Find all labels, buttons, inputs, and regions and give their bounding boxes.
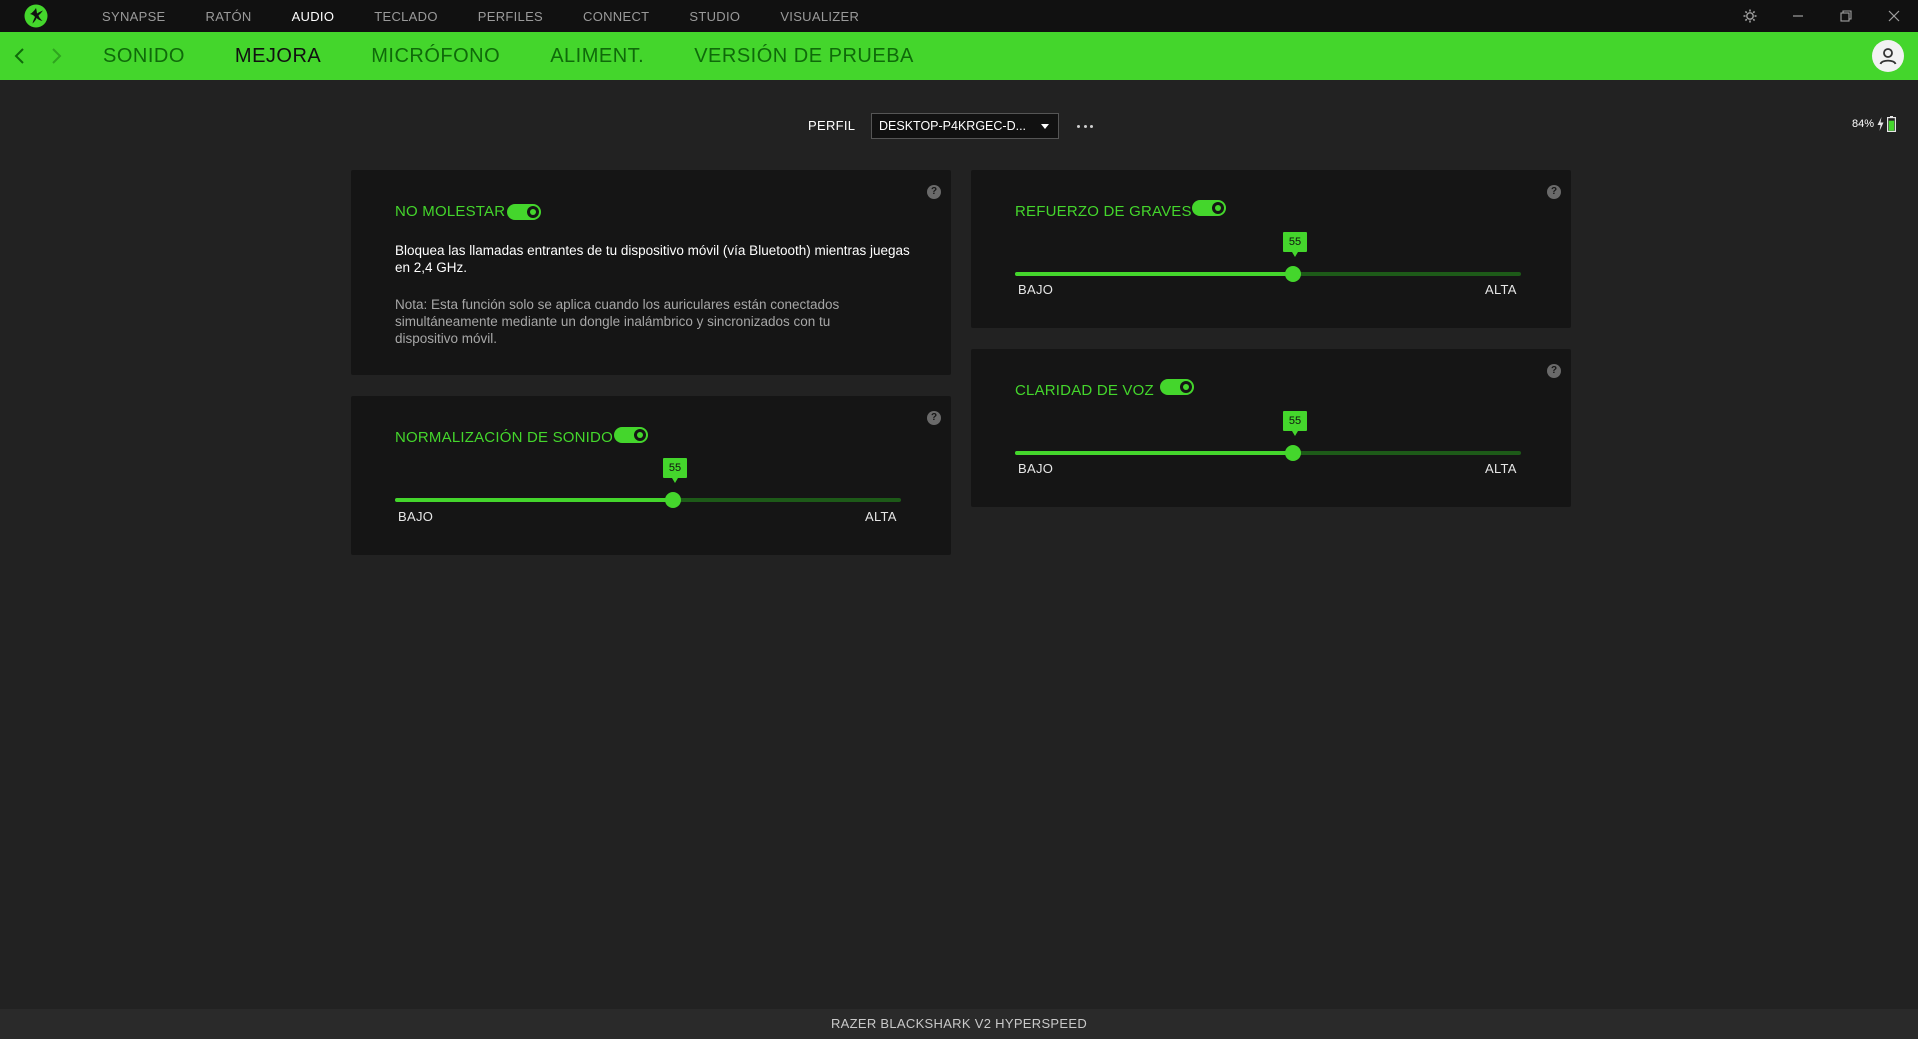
help-icon[interactable]: ?: [927, 411, 941, 425]
topnav-teclado[interactable]: TECLADO: [374, 9, 438, 24]
claridad-de-voz-toggle[interactable]: [1160, 379, 1194, 395]
slider-fill: [1015, 451, 1293, 455]
battery-icon: [1887, 116, 1896, 132]
help-icon[interactable]: ?: [927, 185, 941, 199]
tab-mejora[interactable]: MEJORA: [235, 45, 321, 68]
battery-percent: 84%: [1851, 118, 1874, 130]
normalizacion-toggle[interactable]: [614, 427, 648, 443]
refuerzo-de-graves-title: REFUERZO DE GRAVES: [1015, 203, 1192, 220]
profile-label: PERFIL: [808, 118, 856, 133]
settings-gear-icon[interactable]: [1727, 0, 1773, 32]
charging-bolt-icon: [1877, 117, 1884, 131]
topnav-audio[interactable]: AUDIO: [292, 9, 335, 24]
profile-dropdown[interactable]: DESKTOP-P4KRGEC-D...: [871, 113, 1059, 139]
profile-dropdown-value: DESKTOP-P4KRGEC-D...: [879, 119, 1027, 133]
user-avatar-icon[interactable]: [1872, 40, 1904, 72]
slider-value-badge: 55: [1283, 232, 1307, 257]
back-arrow-icon[interactable]: [8, 44, 32, 68]
top-nav: SYNAPSE RATÓN AUDIO TECLADO PERFILES CON…: [102, 0, 899, 32]
close-icon[interactable]: [1871, 0, 1917, 32]
slider-thumb[interactable]: [1285, 445, 1301, 461]
tab-aliment[interactable]: ALIMENT.: [550, 45, 644, 68]
normalizacion-slider[interactable]: 55: [395, 458, 901, 509]
topnav-studio[interactable]: STUDIO: [689, 9, 740, 24]
no-molestar-toggle[interactable]: [507, 204, 541, 220]
topnav-visualizer[interactable]: VISUALIZER: [780, 9, 859, 24]
device-name: RAZER BLACKSHARK V2 HYPERSPEED: [830, 1016, 1088, 1031]
sub-nav-bar: SONIDO MEJORA MICRÓFONO ALIMENT. VERSIÓN…: [0, 32, 1918, 80]
topnav-raton[interactable]: RATÓN: [206, 9, 252, 24]
card-no-molestar: ? NO MOLESTAR Bloquea las llamadas entra…: [351, 170, 951, 375]
help-icon[interactable]: ?: [1547, 185, 1561, 199]
slider-low-label: BAJO: [398, 509, 434, 524]
slider-value-badge: 55: [663, 458, 687, 483]
refuerzo-de-graves-slider[interactable]: 55: [1015, 232, 1521, 283]
tab-sonido[interactable]: SONIDO: [103, 45, 185, 68]
slider-value-badge: 55: [1283, 411, 1307, 436]
slider-fill: [1015, 272, 1293, 276]
card-normalizacion-de-sonido: ? NORMALIZACIÓN DE SONIDO 55 BAJO ALTA: [351, 396, 951, 555]
chevron-down-icon: [1041, 124, 1049, 129]
minimize-icon[interactable]: [1775, 0, 1821, 32]
slider-high-label: ALTA: [1485, 461, 1517, 476]
card-refuerzo-de-graves: ? REFUERZO DE GRAVES 55 BAJO ALTA: [971, 170, 1571, 328]
no-molestar-title: NO MOLESTAR: [395, 203, 506, 220]
slider-high-label: ALTA: [865, 509, 897, 524]
sub-nav-tabs: SONIDO MEJORA MICRÓFONO ALIMENT. VERSIÓN…: [103, 32, 964, 80]
slider-low-label: BAJO: [1018, 282, 1054, 297]
battery-status: 84%: [1852, 116, 1896, 132]
slider-high-label: ALTA: [1485, 282, 1517, 297]
claridad-de-voz-slider[interactable]: 55: [1015, 411, 1521, 462]
slider-thumb[interactable]: [1285, 266, 1301, 282]
no-molestar-note: Nota: Esta función solo se aplica cuando…: [395, 297, 840, 346]
restore-icon[interactable]: [1823, 0, 1869, 32]
slider-thumb[interactable]: [665, 492, 681, 508]
no-molestar-description: Bloquea las llamadas entrantes de tu dis…: [395, 243, 910, 275]
slider-low-label: BAJO: [1018, 461, 1054, 476]
razer-logo-icon[interactable]: [24, 4, 48, 28]
more-options-icon[interactable]: [1074, 116, 1096, 136]
tab-version-de-prueba[interactable]: VERSIÓN DE PRUEBA: [694, 45, 914, 68]
topnav-synapse[interactable]: SYNAPSE: [102, 9, 166, 24]
topnav-perfiles[interactable]: PERFILES: [478, 9, 543, 24]
device-footer: RAZER BLACKSHARK V2 HYPERSPEED: [0, 1009, 1918, 1039]
topnav-connect[interactable]: CONNECT: [583, 9, 649, 24]
tab-microfono[interactable]: MICRÓFONO: [371, 45, 500, 68]
card-claridad-de-voz: ? CLARIDAD DE VOZ 55 BAJO ALTA: [971, 349, 1571, 507]
title-bar: SYNAPSE RATÓN AUDIO TECLADO PERFILES CON…: [0, 0, 1918, 32]
forward-arrow-icon[interactable]: [44, 44, 68, 68]
claridad-de-voz-title: CLARIDAD DE VOZ: [1015, 382, 1154, 399]
help-icon[interactable]: ?: [1547, 364, 1561, 378]
normalizacion-title: NORMALIZACIÓN DE SONIDO: [395, 429, 613, 446]
slider-fill: [395, 498, 673, 502]
refuerzo-de-graves-toggle[interactable]: [1192, 200, 1226, 216]
